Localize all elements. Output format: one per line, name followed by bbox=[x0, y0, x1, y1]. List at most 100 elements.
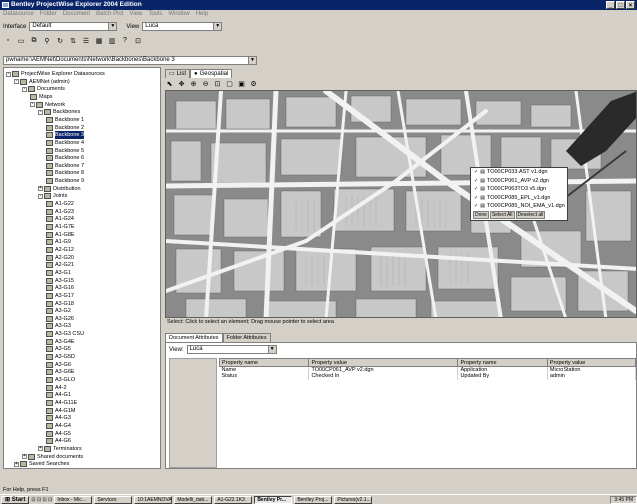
collapse-icon[interactable]: - bbox=[30, 102, 35, 108]
attribute-view-select[interactable]: Luca ▼ bbox=[186, 345, 277, 354]
collapse-icon[interactable]: - bbox=[22, 86, 27, 92]
taskbar-button[interactable]: Pictures(v2.1... bbox=[334, 495, 373, 504]
column-header[interactable]: Property value bbox=[546, 358, 637, 367]
maximize-button[interactable]: □ bbox=[616, 1, 625, 9]
status-help-text: For Help, press F1 bbox=[3, 487, 49, 493]
collapse-icon[interactable]: - bbox=[38, 109, 43, 115]
popup-file-item[interactable]: ✓ ▤ TO00CP085_EPL_v1.dgn bbox=[471, 194, 567, 203]
popup-file-item[interactable]: ✓ ▤ TO00CP063TO3 v5.dgn bbox=[471, 185, 567, 194]
folder-icon bbox=[46, 292, 53, 299]
checkbox-icon[interactable]: ✓ bbox=[474, 185, 478, 194]
menu-item[interactable]: Folder bbox=[40, 10, 57, 19]
path-address-field[interactable]: pwname:\AEMNet\Documents\Network\Backbon… bbox=[3, 56, 257, 65]
copy-icon[interactable]: ⧉ bbox=[29, 36, 39, 46]
tab-document-attributes[interactable]: Document Attributes bbox=[165, 333, 223, 342]
expand-icon[interactable]: + bbox=[38, 186, 43, 192]
folder-icon bbox=[46, 116, 53, 123]
refresh-icon[interactable]: ↻ bbox=[55, 36, 65, 46]
popup-file-item[interactable]: ✓ ▤ TO00CP033.AST v1.dgn bbox=[471, 168, 567, 177]
list-view-icon[interactable]: ▥ bbox=[107, 36, 117, 46]
folder-icon bbox=[46, 323, 53, 330]
expand-icon[interactable]: + bbox=[14, 461, 19, 467]
tree-view-icon[interactable]: ☰ bbox=[81, 36, 91, 46]
folder-icon bbox=[46, 170, 53, 177]
find-icon[interactable]: ⚲ bbox=[42, 36, 52, 46]
menu-item[interactable]: Document bbox=[63, 10, 90, 19]
tab-list[interactable]: ▭ List bbox=[165, 69, 191, 78]
folder-tree[interactable]: - ProjectWise Explorer Datasources - AEMNet… bbox=[3, 67, 161, 469]
select-icon[interactable]: ⬉ bbox=[165, 80, 174, 88]
column-header[interactable]: Property name bbox=[457, 358, 548, 367]
map-status-text: Select: Click to select an element; Drag… bbox=[167, 319, 334, 325]
taskbar-button[interactable]: Bentley Pr... bbox=[254, 495, 293, 504]
open-icon[interactable]: ▭ bbox=[16, 36, 26, 46]
settings-icon[interactable]: ⚙ bbox=[249, 80, 258, 88]
checkbox-icon[interactable]: ✓ bbox=[474, 202, 478, 211]
close-button[interactable]: × bbox=[626, 1, 635, 9]
sort-icon[interactable]: ⇅ bbox=[68, 36, 78, 46]
folder-icon bbox=[46, 277, 53, 284]
minimize-button[interactable]: _ bbox=[606, 1, 615, 9]
column-header[interactable]: Property name bbox=[218, 358, 310, 367]
interface-select[interactable]: Default ▼ bbox=[29, 22, 118, 31]
help-icon[interactable]: ? bbox=[120, 36, 130, 46]
collapse-icon[interactable]: - bbox=[38, 193, 43, 199]
expand-icon[interactable]: + bbox=[22, 454, 27, 459]
folder-icon bbox=[46, 422, 53, 429]
window-controls: _ □ × bbox=[606, 1, 635, 9]
details-view-icon[interactable]: ▦ bbox=[94, 36, 104, 46]
taskbar-button[interactable]: Modelli_dati... bbox=[174, 495, 213, 504]
checkbox-icon[interactable]: ✓ bbox=[474, 168, 478, 177]
start-button[interactable]: ⊞ Start bbox=[1, 495, 30, 504]
pan-icon[interactable]: ✥ bbox=[177, 80, 186, 88]
folder-icon bbox=[30, 93, 37, 100]
zoom-window-icon[interactable]: ⊡ bbox=[213, 80, 222, 88]
taskbar-button[interactable]: Bentley Proj... bbox=[294, 495, 333, 504]
popup-button[interactable]: Done bbox=[473, 211, 489, 219]
menu-item[interactable]: Datasource bbox=[3, 10, 34, 19]
folder-icon bbox=[46, 430, 53, 437]
collapse-icon[interactable]: - bbox=[14, 79, 19, 85]
dgn-file-icon: ▤ bbox=[480, 177, 485, 184]
taskbar-button[interactable]: Inbox - Mic... bbox=[54, 495, 93, 504]
collapse-icon[interactable]: - bbox=[6, 71, 11, 77]
fit-view-icon[interactable]: ▢ bbox=[225, 80, 234, 88]
title-bar: Bentley ProjectWise Explorer 2004 Editio… bbox=[0, 0, 637, 10]
popup-button[interactable]: Deselect all bbox=[515, 211, 546, 219]
tab-folder-attributes[interactable]: Folder Attributes bbox=[222, 333, 271, 342]
tree-item[interactable]: + Saved Searches bbox=[14, 460, 69, 468]
taskbar-button[interactable]: Services bbox=[94, 495, 133, 504]
menu-item[interactable]: View bbox=[129, 10, 142, 19]
folder-icon bbox=[20, 461, 27, 468]
menu-item[interactable]: Batch Plot bbox=[96, 10, 123, 19]
zoom-in-icon[interactable]: ⊕ bbox=[189, 80, 198, 88]
tab-geospatial[interactable]: ● Geospatial bbox=[190, 69, 233, 78]
new-document-icon[interactable]: ▫ bbox=[3, 36, 13, 46]
popup-file-item[interactable]: ✓ ▤ TO00CP085_NOI_EMA_v1.dgn bbox=[471, 202, 567, 211]
chevron-down-icon: ▼ bbox=[248, 57, 256, 64]
checkbox-icon[interactable]: ✓ bbox=[474, 194, 478, 203]
properties-icon[interactable]: ⊡ bbox=[133, 36, 143, 46]
popup-button[interactable]: Select All bbox=[489, 211, 515, 219]
folder-icon bbox=[46, 254, 53, 261]
popup-file-item[interactable]: ✓ ▤ TO00CP061_AVP v2.dgn bbox=[471, 177, 567, 186]
menu-item[interactable]: Tools bbox=[148, 10, 162, 19]
checkbox-icon[interactable]: ✓ bbox=[474, 177, 478, 186]
zoom-out-icon[interactable]: ⊖ bbox=[201, 80, 210, 88]
popup-file-name: TO00CP085_NOI_EMA_v1.dgn bbox=[486, 203, 565, 209]
quick-launch-icons[interactable]: ⊡ ⊡ ⊡ ⊡ bbox=[31, 497, 52, 503]
menu-item[interactable]: Help bbox=[196, 10, 208, 19]
taskbar-button[interactable]: A1-G22.1K3 bbox=[214, 495, 253, 504]
column-header[interactable]: Property value bbox=[308, 358, 459, 367]
popup-file-name: TO00CP033.AST v1.dgn bbox=[486, 169, 548, 175]
taskbar-button[interactable]: 10:1AEMNOVA... bbox=[134, 495, 173, 504]
expand-icon[interactable]: + bbox=[38, 446, 43, 452]
layers-icon[interactable]: ▣ bbox=[237, 80, 246, 88]
attribute-view-label: View: bbox=[169, 346, 184, 353]
table-header-row: Property name Property value Property name… bbox=[218, 358, 637, 367]
folder-icon bbox=[46, 338, 53, 345]
folder-icon bbox=[46, 139, 53, 146]
menu-item[interactable]: Window bbox=[168, 10, 189, 19]
view-select[interactable]: Luca ▼ bbox=[142, 22, 223, 31]
table-row[interactable]: Status Checked In Updated By admin bbox=[219, 373, 637, 380]
